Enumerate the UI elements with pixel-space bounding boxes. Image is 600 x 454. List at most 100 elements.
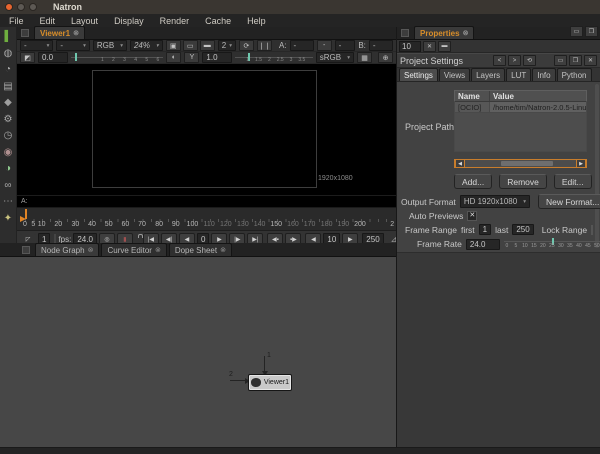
pane-menu-icon[interactable] — [401, 29, 409, 37]
menu-item[interactable]: Render — [160, 16, 190, 26]
settings-tab[interactable]: LUT — [506, 68, 532, 81]
auto-previews-checkbox[interactable]: ✕ — [467, 211, 478, 221]
scroll-left-icon[interactable]: ◀ — [455, 159, 465, 168]
pane-menu-icon[interactable] — [21, 29, 29, 37]
scroll-right-icon[interactable]: ▶ — [576, 159, 586, 168]
input-b-select[interactable]: - — [368, 40, 394, 51]
panel-minimize-icon[interactable]: ▭ — [554, 55, 567, 66]
other-nodes-icon[interactable]: ⋯ — [2, 195, 15, 208]
settings-tab[interactable]: Layers — [471, 68, 506, 81]
channel-nodes-icon[interactable]: ▤ — [2, 80, 15, 93]
draw-nodes-icon[interactable]: ◍ — [2, 47, 15, 60]
keyer-nodes-icon[interactable]: ◷ — [2, 129, 15, 142]
gamma-icon[interactable]: Y — [184, 52, 200, 63]
lock-range-checkbox[interactable] — [591, 224, 594, 235]
minimize-panels-button[interactable]: ▬ — [438, 40, 451, 52]
image-nodes-icon[interactable]: ▌ — [2, 30, 15, 43]
gain-slider[interactable]: 123456 — [70, 53, 164, 63]
gamma-slider[interactable]: 1 1.5 2 2.5 3 3.5 — [235, 53, 313, 63]
new-format-button[interactable]: New Format... — [537, 194, 600, 209]
timeline[interactable]: 0 5 10 20 30 40 50 60 70 80 90 100 110 120 130 140 150 16… — [17, 207, 396, 230]
close-tab-icon[interactable]: ⊗ — [220, 246, 226, 254]
close-tab-icon[interactable]: ⊗ — [88, 246, 94, 254]
[OCIO][interactable]: [OCIO] /home/tim/Natron-2.0.5-Linux-x86 — [454, 102, 587, 113]
bottom-tab[interactable]: Dope Sheet ⊗ — [168, 243, 232, 256]
panel-close-icon[interactable]: ✕ — [584, 55, 597, 66]
close-tab-icon[interactable]: ⊗ — [73, 29, 79, 37]
undo-icon[interactable]: ⟲ — [523, 55, 536, 66]
tab-viewer1[interactable]: Viewer1 ⊗ — [34, 26, 85, 39]
views-nodes-icon[interactable]: ∞ — [2, 179, 15, 192]
transform-nodes-icon[interactable]: ◑ — [2, 162, 15, 175]
extra-nodes-icon[interactable]: ✦ — [2, 212, 15, 225]
menu-item[interactable]: File — [9, 16, 24, 26]
prev-panel-button[interactable]: < — [493, 55, 506, 66]
display-channels-select[interactable]: RGB ▾ — [92, 40, 127, 51]
contrast-icon[interactable]: ◐ — [166, 52, 182, 63]
gamma-field[interactable]: 1.0 — [202, 52, 233, 63]
pane-menu-icon[interactable] — [22, 246, 30, 254]
gain-field[interactable]: 0.0 — [38, 52, 68, 63]
next-panel-button[interactable]: > — [508, 55, 521, 66]
menu-item[interactable]: Cache — [205, 16, 231, 26]
edit-path-button[interactable]: Edit... — [553, 174, 592, 189]
lut-select[interactable]: sRGB ▾ — [315, 52, 354, 63]
node-input1-arrow[interactable] — [261, 356, 268, 376]
scrollbar-thumb[interactable] — [501, 161, 553, 166]
roi-icon[interactable]: ▭ — [182, 40, 198, 51]
color-picker-icon[interactable]: ⊕ — [378, 52, 393, 63]
merge-nodes-icon[interactable]: ◉ — [2, 146, 15, 159]
menu-item[interactable]: Layout — [71, 16, 98, 26]
menu-item[interactable]: Edit — [40, 16, 56, 26]
menu-item[interactable]: Display — [114, 16, 144, 26]
layer-select[interactable]: - ▾ — [20, 40, 54, 51]
settings-tab[interactable]: Views — [438, 68, 471, 81]
window-close-button[interactable] — [5, 3, 13, 11]
frame-range-first-field[interactable]: 1 — [478, 224, 492, 235]
close-tab-icon[interactable]: ⊗ — [463, 29, 469, 37]
window-minimize-button[interactable] — [17, 3, 25, 11]
input-a-select[interactable]: - — [289, 40, 314, 51]
pane-minimize-icon[interactable]: ▭ — [570, 26, 583, 37]
frame-range-last-field[interactable]: 250 — [512, 224, 534, 235]
gain-icon[interactable]: ◩ — [20, 52, 35, 63]
checkerboard-icon[interactable]: ▦ — [357, 52, 372, 63]
refresh-icon[interactable]: ⟳ — [238, 40, 254, 51]
wipe-mode-select[interactable]: - — [334, 40, 356, 51]
alpha-channel-select[interactable]: - ▾ — [56, 40, 90, 51]
bottom-tab[interactable]: Node Graph ⊗ — [35, 243, 100, 256]
color-nodes-icon[interactable]: ◆ — [2, 96, 15, 109]
viewer1-node[interactable]: Viewer1 — [248, 374, 292, 391]
clear-panels-button[interactable]: ✕ — [423, 40, 436, 52]
window-maximize-button[interactable] — [29, 3, 37, 11]
node-graph-canvas[interactable]: 1 2 Viewer1 — [0, 257, 396, 447]
clip-to-project-icon[interactable]: ▣ — [165, 40, 181, 51]
input2-label: 2 — [229, 371, 233, 378]
menu-item[interactable]: Help — [247, 16, 266, 26]
settings-tab[interactable]: Info — [532, 68, 556, 81]
bottom-tab[interactable]: Curve Editor ⊗ — [101, 243, 167, 256]
wipe-icon[interactable]: - — [316, 40, 332, 51]
zoom-select[interactable]: 24% ▾ — [129, 40, 163, 51]
tab-properties[interactable]: Properties ⊗ — [414, 26, 475, 39]
node-input2-arrow[interactable] — [230, 377, 250, 384]
frame-rate-slider[interactable]: 0 5 10 15 20 25 30 35 40 45 50 — [503, 238, 600, 250]
add-path-button[interactable]: Add... — [454, 174, 493, 189]
frame-rate-field[interactable]: 24.0 — [465, 238, 500, 250]
vertical-scrollbar[interactable] — [595, 84, 599, 248]
viewer-canvas[interactable]: 1920x1080 — [17, 64, 396, 195]
max-panels-field[interactable]: 10 — [399, 40, 421, 52]
settings-tab[interactable]: Settings — [399, 68, 438, 81]
proxy-select[interactable]: 2 ▾ — [217, 40, 236, 51]
pane-float-icon[interactable]: ❒ — [585, 26, 598, 37]
time-nodes-icon[interactable]: ◔ — [2, 63, 15, 76]
settings-tab[interactable]: Python — [556, 68, 592, 81]
filter-nodes-icon[interactable]: ⚙ — [2, 113, 15, 126]
full-frame-icon[interactable]: ▬ — [199, 40, 215, 51]
output-format-select[interactable]: HD 1920x1080 ▾ — [459, 195, 530, 208]
pause-icon[interactable]: ❘❘ — [256, 40, 272, 51]
remove-path-button[interactable]: Remove — [499, 174, 547, 189]
close-tab-icon[interactable]: ⊗ — [155, 246, 161, 254]
horizontal-scrollbar[interactable]: ◀ ▶ — [454, 159, 587, 168]
panel-float-icon[interactable]: ❒ — [569, 55, 582, 66]
